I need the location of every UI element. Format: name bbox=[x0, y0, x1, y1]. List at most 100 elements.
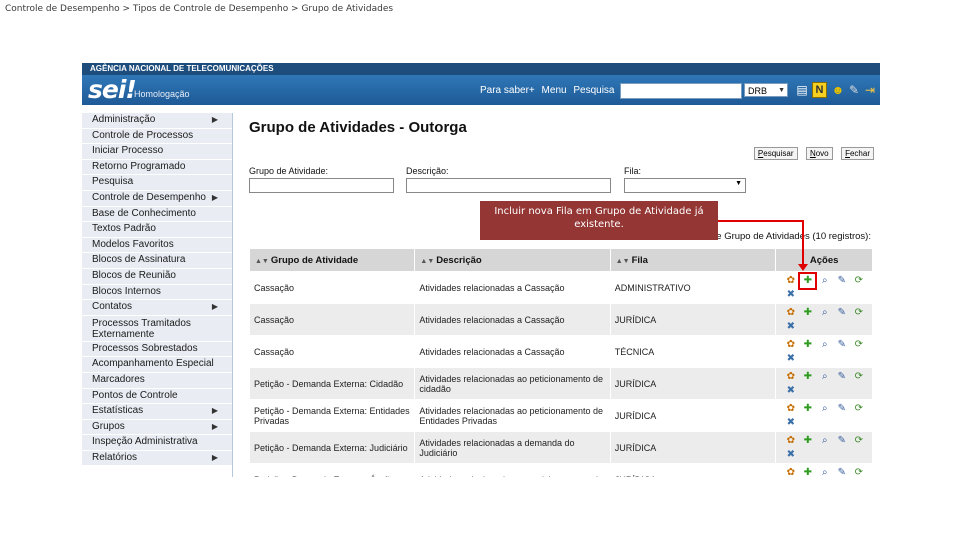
user-icon[interactable]: ☻ bbox=[830, 82, 846, 98]
delete-icon[interactable]: ✖ bbox=[784, 289, 797, 301]
delete-icon[interactable]: ✖ bbox=[784, 321, 797, 333]
add-queue-icon[interactable]: ✚ bbox=[801, 435, 814, 447]
sidebar-item[interactable]: Textos Padrão bbox=[82, 222, 232, 238]
edit-settings-icon[interactable]: ✿ bbox=[784, 435, 797, 447]
add-queue-icon[interactable]: ✚ bbox=[801, 371, 814, 383]
sort-icon[interactable]: ▲▼ bbox=[255, 258, 269, 265]
sidebar-item[interactable]: Marcadores bbox=[82, 372, 232, 389]
edit-icon[interactable]: ✎ bbox=[835, 339, 848, 351]
view-icon[interactable]: ⌕ bbox=[818, 339, 831, 351]
add-queue-icon[interactable]: ✚ bbox=[801, 403, 814, 415]
sidebar-item[interactable]: Controle de Desempenho ▶ bbox=[82, 190, 232, 207]
column-header-queue-label: Fila bbox=[631, 254, 648, 266]
sort-icon[interactable]: ▲▼ bbox=[616, 258, 630, 265]
unit-select[interactable]: DRB ▼ bbox=[744, 83, 788, 97]
view-icon[interactable]: ⌕ bbox=[818, 467, 831, 478]
replicate-icon[interactable]: ⟳ bbox=[852, 467, 865, 478]
add-queue-icon[interactable]: ✚ bbox=[798, 271, 818, 290]
sidebar-item[interactable]: Contatos ▶ bbox=[82, 300, 232, 316]
column-header-desc[interactable]: ▲▼ Descrição bbox=[414, 248, 611, 272]
sidebar-item[interactable]: Base de Conhecimento bbox=[82, 206, 232, 223]
sidebar-item-label: Inspeção Administrativa bbox=[92, 436, 198, 448]
sidebar-item[interactable]: Acompanhamento Especial bbox=[82, 357, 232, 373]
tools-icon[interactable]: ✎ bbox=[846, 82, 862, 98]
sidebar-item[interactable]: Controle de Processos bbox=[82, 128, 232, 145]
sidebar-item-label: Processos Sobrestados bbox=[92, 342, 198, 354]
edit-icon[interactable]: ✎ bbox=[835, 275, 848, 287]
replicate-icon[interactable]: ⟳ bbox=[852, 403, 865, 415]
activity-groups-table: ▲▼ Grupo de Atividade ▲▼ Descrição ▲▼ Fila … bbox=[248, 248, 873, 478]
link-menu[interactable]: Menu bbox=[542, 85, 567, 96]
replicate-icon[interactable]: ⟳ bbox=[852, 275, 865, 287]
exit-icon[interactable]: ⇥ bbox=[862, 82, 878, 98]
sidebar-item[interactable]: Processos Sobrestados bbox=[82, 341, 232, 358]
edit-settings-icon[interactable]: ✿ bbox=[784, 467, 797, 478]
edit-settings-icon[interactable]: ✿ bbox=[784, 339, 797, 351]
cell-desc: Atividades relacionadas a demanda do Jud… bbox=[414, 431, 611, 464]
queue-filter-select[interactable]: ▼ bbox=[624, 178, 746, 193]
delete-icon[interactable]: ✖ bbox=[784, 353, 797, 365]
new-button[interactable]: Novo bbox=[805, 147, 833, 160]
cell-actions: ✿ ✚ ⌕ ✎ ⟳ ✖ bbox=[775, 431, 873, 464]
new-button-label: ovo bbox=[815, 149, 829, 158]
sidebar-item[interactable]: Retorno Programado bbox=[82, 159, 232, 176]
sidebar-item[interactable]: Processos Tramitados Externamente bbox=[82, 315, 232, 342]
add-queue-icon[interactable]: ✚ bbox=[801, 307, 814, 319]
sidebar-item[interactable]: Blocos Internos bbox=[82, 284, 232, 301]
sidebar-item[interactable]: Blocos de Assinatura bbox=[82, 253, 232, 269]
sidebar-item[interactable]: Iniciar Processo bbox=[82, 144, 232, 160]
delete-icon[interactable]: ✖ bbox=[784, 385, 797, 397]
group-filter-input[interactable] bbox=[249, 178, 394, 193]
edit-icon[interactable]: ✎ bbox=[835, 307, 848, 319]
sidebar-item[interactable]: Administração ▶ bbox=[82, 113, 232, 129]
delete-icon[interactable]: ✖ bbox=[784, 417, 797, 429]
view-icon[interactable]: ⌕ bbox=[818, 435, 831, 447]
edit-settings-icon[interactable]: ✿ bbox=[784, 403, 797, 415]
sort-icon[interactable]: ▲▼ bbox=[420, 258, 434, 265]
sidebar-item-label: Administração bbox=[92, 114, 156, 125]
edit-settings-icon[interactable]: ✿ bbox=[784, 371, 797, 383]
preferences-icon[interactable]: ▤ bbox=[794, 82, 810, 98]
news-icon[interactable]: N bbox=[812, 82, 827, 98]
add-queue-icon[interactable]: ✚ bbox=[801, 339, 814, 351]
chevron-right-icon: ▶ bbox=[211, 115, 218, 124]
link-para-saber[interactable]: Para saber+ bbox=[480, 85, 535, 96]
edit-settings-icon[interactable]: ✿ bbox=[784, 275, 797, 287]
search-input[interactable] bbox=[620, 83, 742, 99]
breadcrumb: Controle de Desempenho > Tipos de Contro… bbox=[5, 4, 394, 14]
view-icon[interactable]: ⌕ bbox=[818, 371, 831, 383]
edit-icon[interactable]: ✎ bbox=[835, 435, 848, 447]
search-button[interactable]: Pesquisar bbox=[753, 147, 798, 160]
edit-icon[interactable]: ✎ bbox=[835, 467, 848, 478]
sidebar-item[interactable]: Modelos Favoritos bbox=[82, 237, 232, 254]
cell-queue: JURÍDICA bbox=[609, 367, 777, 400]
sidebar-item[interactable]: Pesquisa bbox=[82, 175, 232, 191]
add-queue-icon[interactable]: ✚ bbox=[801, 467, 814, 478]
cell-queue: JURÍDICA bbox=[609, 399, 777, 432]
edit-settings-icon[interactable]: ✿ bbox=[784, 307, 797, 319]
close-button[interactable]: Fechar bbox=[841, 147, 874, 160]
cell-group: Petição - Demanda Externa: Judiciário bbox=[248, 431, 416, 464]
replicate-icon[interactable]: ⟳ bbox=[852, 371, 865, 383]
view-icon[interactable]: ⌕ bbox=[818, 307, 831, 319]
sidebar-item[interactable]: Pontos de Controle bbox=[82, 388, 232, 405]
sidebar-item[interactable]: Estatísticas ▶ bbox=[82, 404, 232, 420]
edit-icon[interactable]: ✎ bbox=[835, 403, 848, 415]
delete-icon[interactable]: ✖ bbox=[784, 449, 797, 461]
cell-actions: ✿✚⌕ ✎ ⟳ ✖ bbox=[775, 271, 873, 304]
column-header-queue[interactable]: ▲▼ Fila bbox=[609, 248, 777, 272]
replicate-icon[interactable]: ⟳ bbox=[852, 339, 865, 351]
replicate-icon[interactable]: ⟳ bbox=[852, 307, 865, 319]
sidebar-item[interactable]: Grupos ▶ bbox=[82, 419, 232, 436]
edit-icon[interactable]: ✎ bbox=[835, 371, 848, 383]
view-icon[interactable]: ⌕ bbox=[818, 275, 831, 287]
sidebar-item[interactable]: Blocos de Reunião bbox=[82, 268, 232, 285]
column-header-group[interactable]: ▲▼ Grupo de Atividade bbox=[248, 248, 416, 272]
replicate-icon[interactable]: ⟳ bbox=[852, 435, 865, 447]
sidebar-item[interactable]: Inspeção Administrativa bbox=[82, 435, 232, 451]
view-icon[interactable]: ⌕ bbox=[818, 403, 831, 415]
sidebar-item[interactable]: Relatórios ▶ bbox=[82, 450, 232, 467]
sei-logo[interactable]: sei! bbox=[88, 75, 137, 104]
link-pesquisa[interactable]: Pesquisa bbox=[573, 85, 614, 96]
desc-filter-input[interactable] bbox=[406, 178, 611, 193]
